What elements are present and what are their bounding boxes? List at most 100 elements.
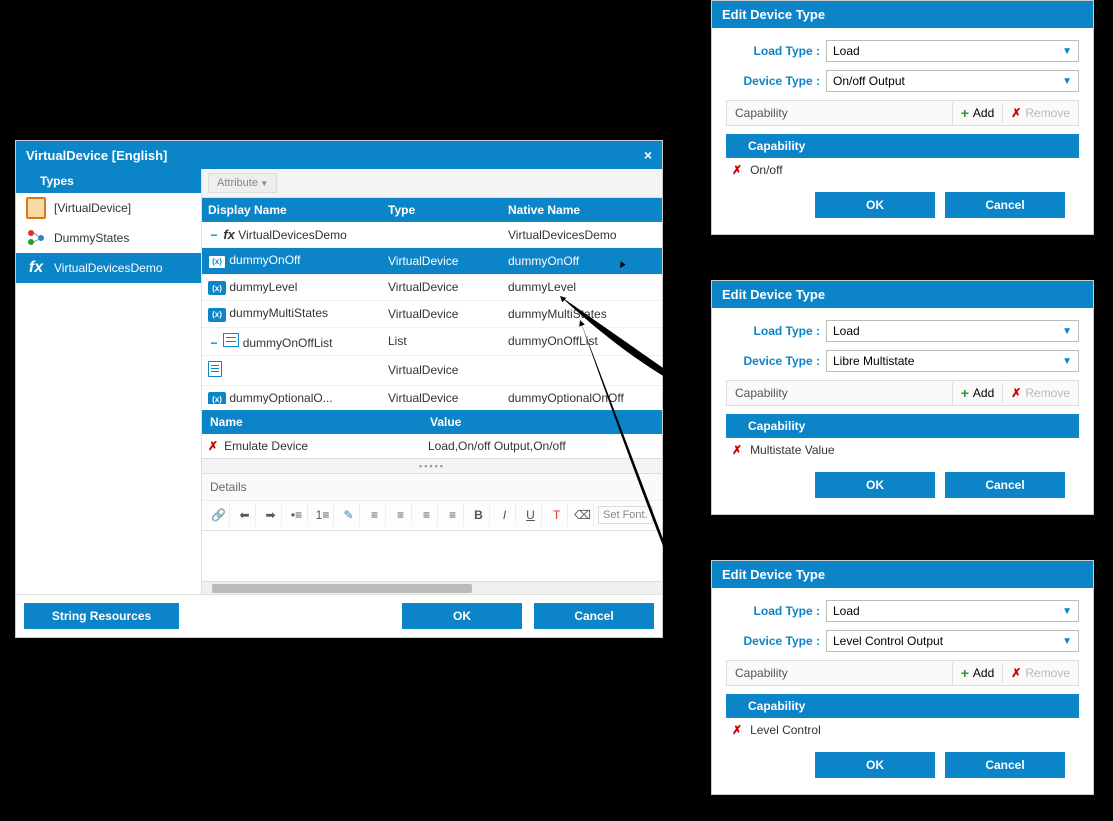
string-resources-button[interactable]: String Resources: [24, 603, 179, 629]
remove-button[interactable]: ✗Remove: [1002, 383, 1078, 403]
device-type-select[interactable]: Level Control Output▼: [826, 630, 1079, 652]
col-value: Value: [422, 410, 662, 434]
cancel-button[interactable]: Cancel: [534, 603, 654, 629]
table-row[interactable]: (x) dummyOptionalO... VirtualDevice dumm…: [202, 386, 662, 404]
load-type-label: Load Type :: [726, 44, 826, 58]
tree-icon: [26, 228, 46, 248]
package-icon: [26, 198, 46, 218]
indent-icon[interactable]: ➡: [260, 504, 282, 526]
window-title: VirtualDevice [English]: [26, 148, 167, 163]
plus-icon: +: [961, 665, 969, 681]
ok-button[interactable]: OK: [815, 192, 935, 218]
delete-icon[interactable]: ✗: [732, 723, 742, 737]
outdent-icon[interactable]: ⬅: [234, 504, 256, 526]
capability-row[interactable]: ✗On/off: [726, 158, 1079, 182]
titlebar: VirtualDevice [English] ×: [16, 141, 662, 169]
number-list-icon[interactable]: 1≡: [312, 504, 334, 526]
remove-button[interactable]: ✗Remove: [1002, 103, 1078, 123]
ok-button[interactable]: OK: [402, 603, 522, 629]
edit-device-type-window: Edit Device Type Load Type :Load▼ Device…: [711, 280, 1094, 515]
align-right-icon[interactable]: ≡: [416, 504, 438, 526]
attribute-dropdown[interactable]: Attribute: [208, 173, 277, 193]
clear-format-icon[interactable]: ⌫: [572, 504, 594, 526]
chevron-down-icon: ▼: [1062, 76, 1072, 87]
grid-body: − fx VirtualDevicesDemo VirtualDevicesDe…: [202, 222, 662, 404]
sidebar-label: [VirtualDevice]: [54, 201, 131, 215]
capability-row[interactable]: ✗Level Control: [726, 718, 1079, 742]
chevron-down-icon: ▼: [1062, 356, 1072, 367]
list-icon: [223, 333, 239, 347]
highlighter-icon[interactable]: ✎: [338, 504, 360, 526]
device-type-label: Device Type :: [726, 634, 826, 648]
table-row[interactable]: VirtualDevice: [202, 356, 662, 386]
sidebar-item-virtualdevice[interactable]: [VirtualDevice]: [16, 193, 201, 223]
collapse-icon[interactable]: −: [208, 228, 220, 242]
sidebar-label: DummyStates: [54, 231, 129, 245]
device-type-label: Device Type :: [726, 354, 826, 368]
table-row[interactable]: (x) dummyLevel VirtualDevice dummyLevel: [202, 275, 662, 302]
load-type-select[interactable]: Load▼: [826, 600, 1079, 622]
chevron-down-icon: ▼: [1062, 326, 1072, 337]
chevron-down-icon: ▼: [1062, 636, 1072, 647]
capability-row[interactable]: ✗Multistate Value: [726, 438, 1079, 462]
cancel-button[interactable]: Cancel: [945, 472, 1065, 498]
horizontal-scrollbar[interactable]: [202, 581, 662, 594]
titlebar: Edit Device Type: [712, 281, 1093, 308]
variable-icon: (x): [208, 308, 226, 322]
capability-toolbar: Capability +Add ✗Remove: [726, 660, 1079, 686]
link-icon[interactable]: 🔗: [208, 504, 230, 526]
virtual-device-window: VirtualDevice [English] × Types [Virtual…: [15, 140, 663, 638]
load-type-select[interactable]: Load▼: [826, 40, 1079, 62]
sidebar-item-dummystates[interactable]: DummyStates: [16, 223, 201, 253]
property-row[interactable]: ✗Emulate Device Load,On/off Output,On/of…: [202, 434, 662, 458]
bullet-list-icon[interactable]: •≡: [286, 504, 308, 526]
table-row[interactable]: − fx VirtualDevicesDemo VirtualDevicesDe…: [202, 222, 662, 248]
align-center-icon[interactable]: ≡: [390, 504, 412, 526]
text-color-icon[interactable]: T: [546, 504, 568, 526]
main-footer: String Resources OK Cancel: [16, 594, 662, 637]
underline-icon[interactable]: U: [520, 504, 542, 526]
col-native-name: Native Name: [502, 198, 662, 222]
details-editor[interactable]: [202, 531, 662, 581]
variable-icon: (x): [208, 255, 226, 269]
load-type-select[interactable]: Load▼: [826, 320, 1079, 342]
types-header: Types: [16, 169, 201, 193]
load-type-label: Load Type :: [726, 324, 826, 338]
capability-header: Capability: [726, 414, 1079, 438]
align-justify-icon[interactable]: ≡: [442, 504, 464, 526]
sidebar: Types [VirtualDevice] DummyStates fx Vir…: [16, 169, 202, 594]
table-row[interactable]: (x) dummyMultiStates VirtualDevice dummy…: [202, 301, 662, 328]
ok-button[interactable]: OK: [815, 752, 935, 778]
cancel-button[interactable]: Cancel: [945, 192, 1065, 218]
align-left-icon[interactable]: ≡: [364, 504, 386, 526]
table-row[interactable]: − dummyOnOffList List dummyOnOffList: [202, 328, 662, 356]
splitter[interactable]: ▪▪▪▪▪: [202, 458, 662, 474]
font-select[interactable]: Set Font.: [598, 506, 653, 524]
ok-button[interactable]: OK: [815, 472, 935, 498]
titlebar: Edit Device Type: [712, 561, 1093, 588]
sidebar-item-virtualdevicesdemo[interactable]: fx VirtualDevicesDemo: [16, 253, 201, 283]
italic-icon[interactable]: I: [494, 504, 516, 526]
delete-icon[interactable]: ✗: [732, 163, 742, 177]
titlebar: Edit Device Type: [712, 1, 1093, 28]
add-button[interactable]: +Add: [952, 102, 1003, 124]
device-type-select[interactable]: On/off Output▼: [826, 70, 1079, 92]
table-row[interactable]: (x) dummyOnOff VirtualDevice dummyOnOff: [202, 248, 662, 275]
variable-icon: (x): [208, 392, 226, 404]
edit-device-type-window: Edit Device Type Load Type :Load▼ Device…: [711, 560, 1094, 795]
collapse-icon[interactable]: −: [208, 336, 220, 350]
add-button[interactable]: +Add: [952, 382, 1003, 404]
device-type-select[interactable]: Libre Multistate▼: [826, 350, 1079, 372]
delete-icon[interactable]: ✗: [208, 439, 218, 453]
delete-icon: ✗: [1011, 106, 1021, 120]
remove-button[interactable]: ✗Remove: [1002, 663, 1078, 683]
close-icon[interactable]: ×: [644, 147, 652, 163]
cancel-button[interactable]: Cancel: [945, 752, 1065, 778]
bold-icon[interactable]: B: [468, 504, 490, 526]
add-button[interactable]: +Add: [952, 662, 1003, 684]
edit-device-type-window: Edit Device Type Load Type :Load▼ Device…: [711, 0, 1094, 235]
delete-icon: ✗: [1011, 666, 1021, 680]
delete-icon[interactable]: ✗: [732, 443, 742, 457]
details-label: Details: [202, 474, 662, 501]
fx-icon: fx: [26, 258, 46, 278]
